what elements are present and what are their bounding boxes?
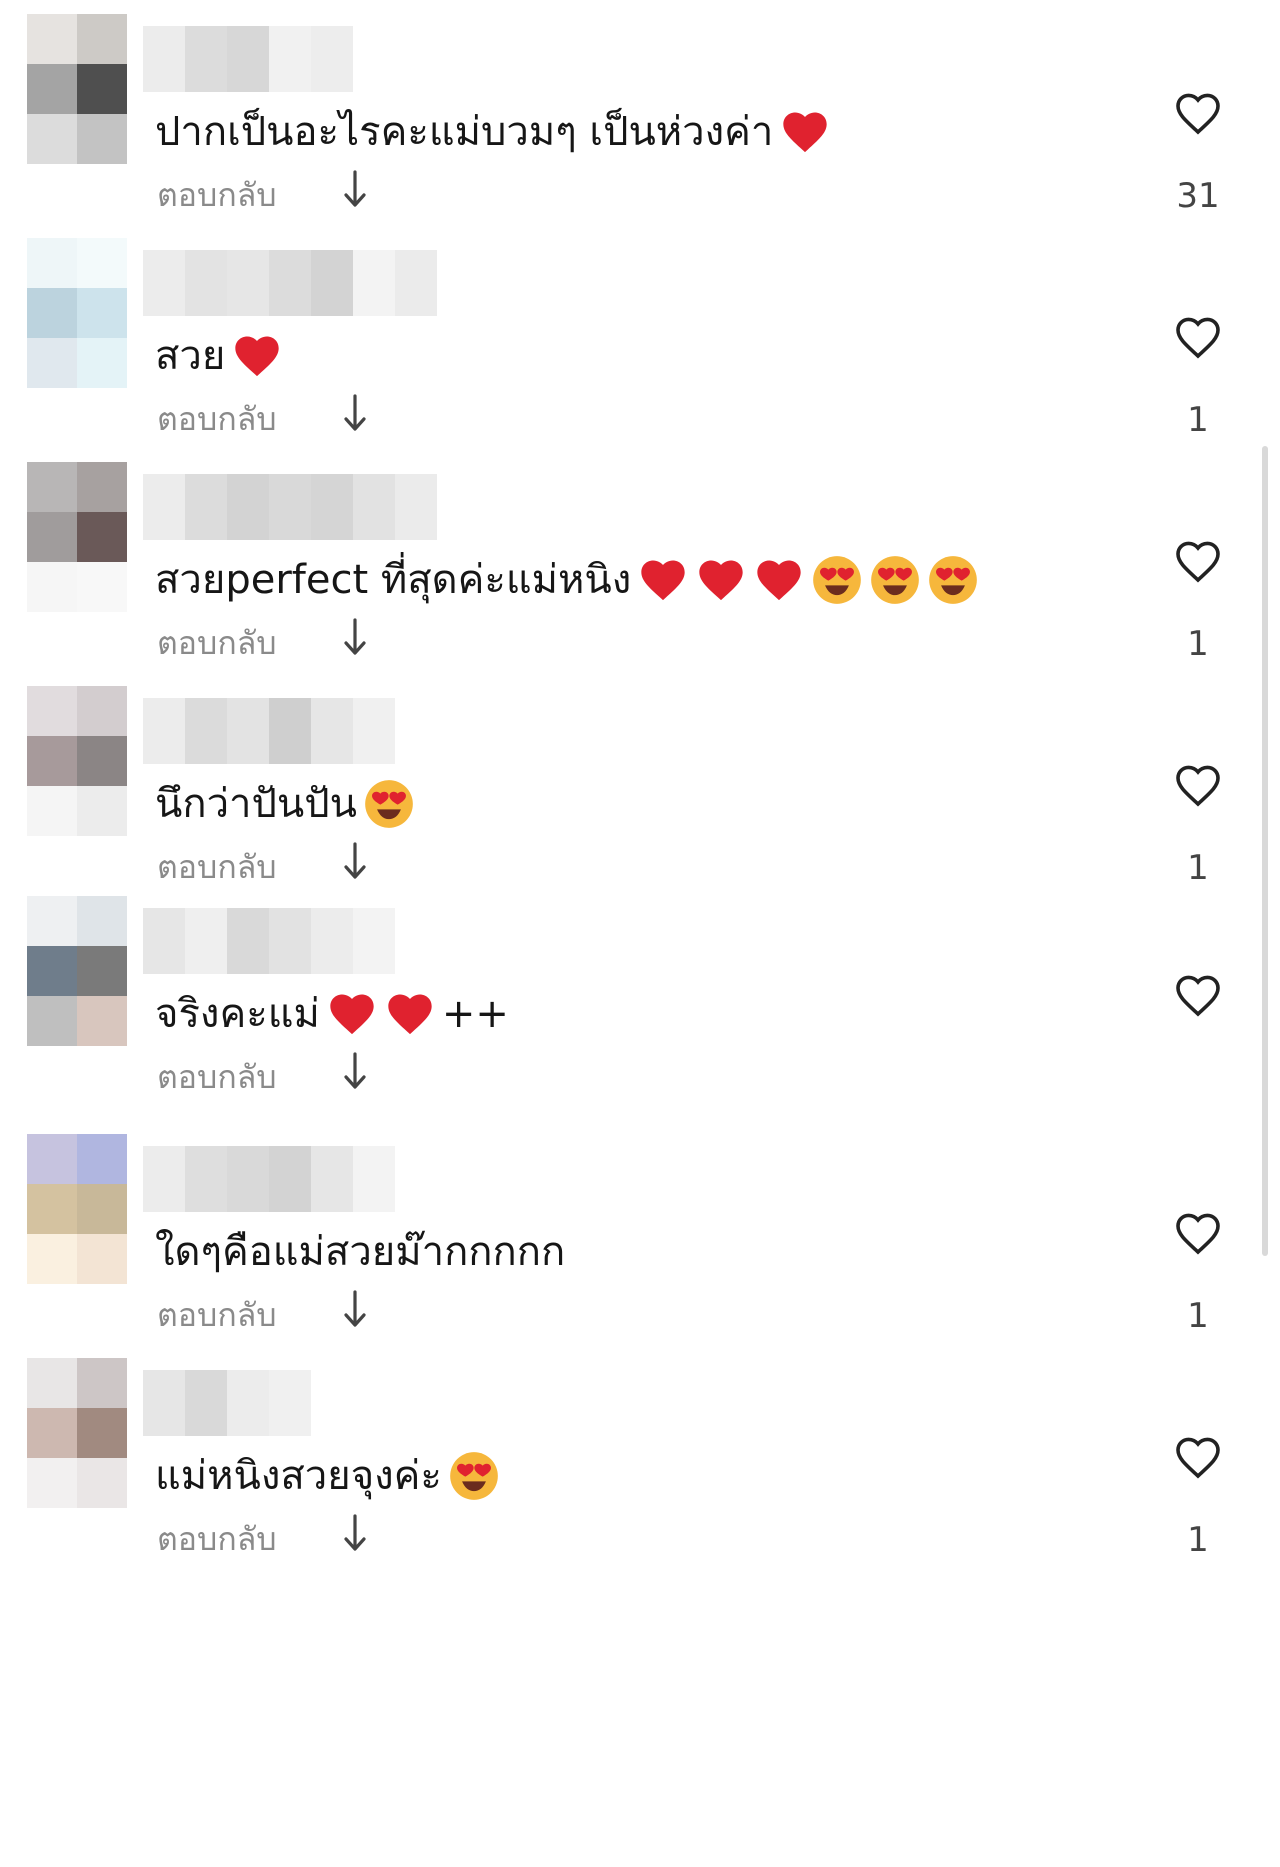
- like-count: 1: [1187, 624, 1209, 664]
- heart-eyes-emoji: [363, 778, 415, 830]
- comment-text-content: สวย: [155, 333, 226, 379]
- username-blurred[interactable]: [143, 250, 437, 316]
- username-blurred[interactable]: [143, 1370, 311, 1436]
- arrow-down-icon[interactable]: [340, 388, 370, 438]
- comment-text: จริงคะแม่ ++: [155, 984, 509, 1044]
- heart-eyes-emoji: [927, 554, 979, 606]
- comment-text-content: จริงคะแม่: [155, 991, 320, 1037]
- reply-button[interactable]: ตอบกลับ: [157, 170, 277, 221]
- comment-text: สวยperfect ที่สุดค่ะแม่หนิง: [155, 550, 979, 610]
- arrow-down-icon[interactable]: [340, 1284, 370, 1334]
- red-heart-emoji: [231, 330, 283, 382]
- comment-item: แม่หนิงสวยจุงค่ะตอบกลับ 1: [0, 1358, 1280, 1624]
- heart-outline-icon[interactable]: [1172, 313, 1224, 361]
- reply-button[interactable]: ตอบกลับ: [157, 394, 277, 445]
- comment-text: นึกว่าปันปัน: [155, 774, 415, 834]
- username-blurred[interactable]: [143, 26, 353, 92]
- red-heart-emoji: [695, 554, 747, 606]
- avatar[interactable]: [27, 14, 127, 164]
- comment-text: แม่หนิงสวยจุงค่ะ: [155, 1446, 500, 1506]
- reply-button[interactable]: ตอบกลับ: [157, 842, 277, 893]
- heart-eyes-emoji: [811, 554, 863, 606]
- heart-outline-icon[interactable]: [1172, 1433, 1224, 1481]
- like-count: 1: [1187, 1520, 1209, 1560]
- scrollbar[interactable]: [1262, 446, 1268, 1256]
- like-count: 1: [1187, 400, 1209, 440]
- username-blurred[interactable]: [143, 908, 395, 974]
- heart-eyes-emoji: [448, 1450, 500, 1502]
- username-blurred[interactable]: [143, 474, 437, 540]
- username-blurred[interactable]: [143, 1146, 395, 1212]
- arrow-down-icon[interactable]: [340, 836, 370, 886]
- reply-button[interactable]: ตอบกลับ: [157, 1514, 277, 1565]
- red-heart-emoji: [637, 554, 689, 606]
- arrow-down-icon[interactable]: [340, 1046, 370, 1096]
- heart-outline-icon[interactable]: [1172, 761, 1224, 809]
- comment-text-content: นึกว่าปันปัน: [155, 781, 357, 827]
- comment-text: ใดๆคือแม่สวยม๊ากกกกก: [155, 1222, 565, 1282]
- heart-outline-icon[interactable]: [1172, 89, 1224, 137]
- avatar[interactable]: [27, 1134, 127, 1284]
- heart-outline-icon[interactable]: [1172, 1209, 1224, 1257]
- avatar[interactable]: [27, 1358, 127, 1508]
- comment-item: จริงคะแม่ ++ ตอบกลับ: [0, 896, 1280, 1162]
- reply-button[interactable]: ตอบกลับ: [157, 1052, 277, 1103]
- red-heart-emoji: [753, 554, 805, 606]
- avatar[interactable]: [27, 686, 127, 836]
- comment-text: สวย: [155, 326, 283, 386]
- reply-button[interactable]: ตอบกลับ: [157, 618, 277, 669]
- arrow-down-icon[interactable]: [340, 1508, 370, 1558]
- avatar[interactable]: [27, 462, 127, 612]
- heart-outline-icon[interactable]: [1172, 537, 1224, 585]
- comment-text: ปากเป็นอะไรคะแม่บวมๆ เป็นห่วงค่า: [155, 102, 831, 162]
- like-count: 1: [1187, 848, 1209, 888]
- comment-text-content: ใดๆคือแม่สวยม๊ากกกกก: [155, 1229, 566, 1275]
- heart-outline-icon[interactable]: [1172, 971, 1224, 1019]
- avatar[interactable]: [27, 896, 127, 1046]
- red-heart-emoji: [384, 988, 436, 1040]
- arrow-down-icon[interactable]: [340, 612, 370, 662]
- red-heart-emoji: [779, 106, 831, 158]
- red-heart-emoji: [326, 988, 378, 1040]
- username-blurred[interactable]: [143, 698, 395, 764]
- comment-text-content: ปากเป็นอะไรคะแม่บวมๆ เป็นห่วงค่า: [155, 109, 774, 155]
- avatar[interactable]: [27, 238, 127, 388]
- heart-eyes-emoji: [869, 554, 921, 606]
- comment-text-content: สวยperfect ที่สุดค่ะแม่หนิง: [155, 557, 632, 603]
- comment-suffix: ++: [441, 991, 509, 1037]
- like-count: 31: [1176, 176, 1220, 216]
- reply-button[interactable]: ตอบกลับ: [157, 1290, 277, 1341]
- like-count: 1: [1187, 1296, 1209, 1336]
- comment-text-content: แม่หนิงสวยจุงค่ะ: [155, 1453, 442, 1499]
- arrow-down-icon[interactable]: [340, 164, 370, 214]
